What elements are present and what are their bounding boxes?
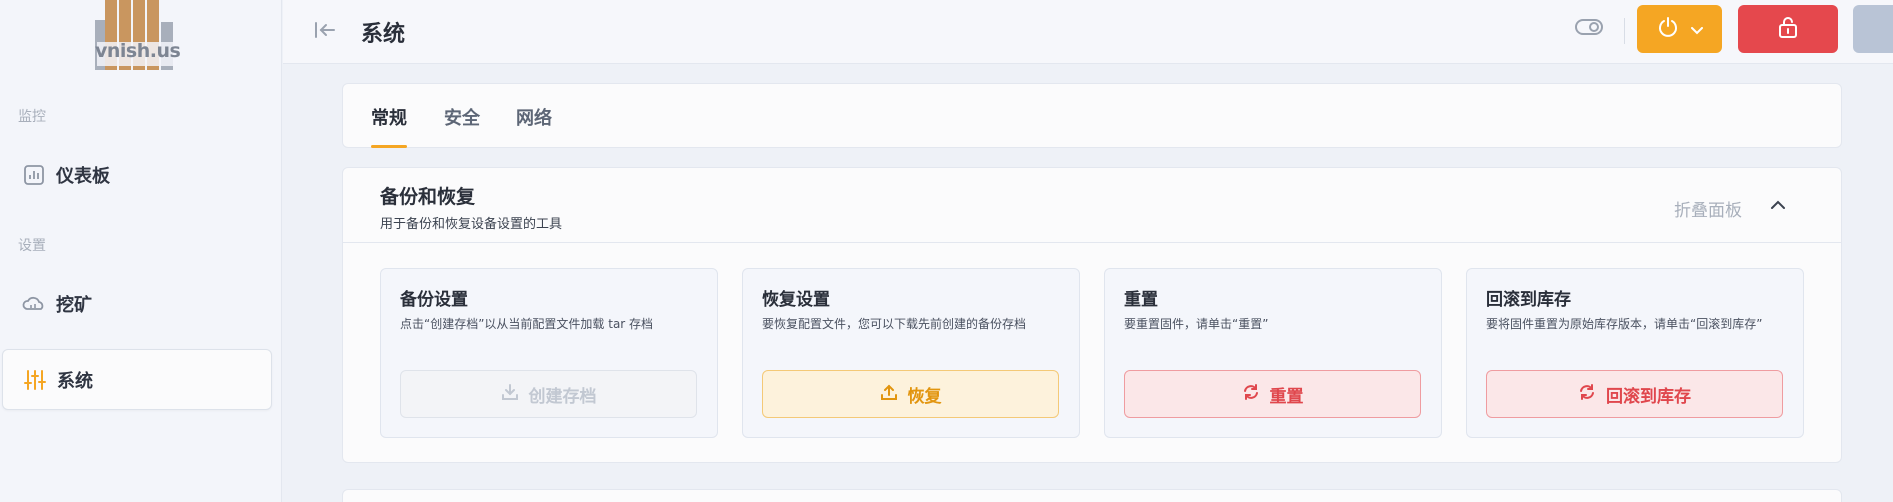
panel-subtitle: 用于备份和恢复设备设置的工具 xyxy=(380,217,563,232)
button-label: 恢复 xyxy=(907,386,942,407)
tab-network[interactable]: 网络 xyxy=(516,104,552,130)
toggle-icon[interactable] xyxy=(1575,18,1603,40)
sidebar-item-label: 仪表板 xyxy=(56,165,110,187)
section-label-monitor: 监控 xyxy=(18,109,46,125)
next-panel-card xyxy=(342,489,1842,502)
restore-button[interactable]: 恢复 xyxy=(762,370,1059,418)
tab-security[interactable]: 安全 xyxy=(444,104,480,130)
backup-restore-panel: 备份和恢复 用于备份和恢复设备设置的工具 折叠面板 备份设置 点击“创建存档”以… xyxy=(342,167,1842,463)
unlock-button[interactable] xyxy=(1738,5,1838,53)
card-title: 重置 xyxy=(1124,290,1158,310)
collapse-sidebar-icon[interactable] xyxy=(312,17,338,43)
card-title: 恢复设置 xyxy=(762,290,830,310)
reset-card: 重置 要重置固件，请单击“重置” 重置 xyxy=(1104,268,1442,438)
button-label: 重置 xyxy=(1269,386,1304,407)
reset-button[interactable]: 重置 xyxy=(1124,370,1421,418)
panel-header: 备份和恢复 用于备份和恢复设备设置的工具 折叠面板 xyxy=(343,168,1841,243)
card-description: 要重置固件，请单击“重置” xyxy=(1124,317,1269,331)
create-archive-button[interactable]: 创建存档 xyxy=(400,370,697,418)
card-description: 点击“创建存档”以从当前配置文件加载 tar 存档 xyxy=(400,317,654,331)
upload-icon xyxy=(880,383,898,406)
logo-text: vnish.us xyxy=(95,40,181,62)
top-header: 系统 xyxy=(283,0,1893,64)
rollback-card: 回滚到库存 要将固件重置为原始库存版本，请单击“回滚到库存” 回滚到库存 xyxy=(1466,268,1804,438)
chart-icon xyxy=(22,163,46,187)
tab-active-indicator xyxy=(371,145,407,148)
card-title: 备份设置 xyxy=(400,290,468,310)
tabs-bar: 常规 安全 网络 xyxy=(342,83,1842,148)
card-description: 要恢复配置文件，您可以下载先前创建的备份存档 xyxy=(762,317,1027,331)
power-menu-button[interactable] xyxy=(1637,5,1722,53)
logo[interactable]: vnish.us xyxy=(95,0,181,72)
button-label: 创建存档 xyxy=(528,386,597,407)
collapse-panel-link[interactable]: 折叠面板 xyxy=(1674,196,1742,221)
panel-title: 备份和恢复 xyxy=(380,186,476,208)
refresh-icon xyxy=(1578,383,1596,406)
tab-general[interactable]: 常规 xyxy=(371,104,407,130)
download-icon xyxy=(501,383,519,406)
card-description: 要将固件重置为原始库存版本，请单击“回滚到库存” xyxy=(1486,317,1763,331)
sidebar: vnish.us 监控 仪表板 设置 挖矿 系统 xyxy=(0,0,282,502)
sidebar-item-mining[interactable]: 挖矿 xyxy=(2,273,272,334)
cloud-icon xyxy=(22,292,46,316)
sliders-icon xyxy=(23,368,47,392)
power-icon xyxy=(1657,16,1679,42)
header-divider xyxy=(1624,18,1625,44)
card-title: 回滚到库存 xyxy=(1486,290,1571,310)
sidebar-item-system[interactable]: 系统 xyxy=(2,349,272,410)
backup-settings-card: 备份设置 点击“创建存档”以从当前配置文件加载 tar 存档 创建存档 xyxy=(380,268,718,438)
rollback-button[interactable]: 回滚到库存 xyxy=(1486,370,1783,418)
sidebar-item-label: 系统 xyxy=(57,370,93,392)
chevron-down-icon xyxy=(1690,20,1703,39)
chevron-up-icon[interactable] xyxy=(1770,196,1786,215)
page-title: 系统 xyxy=(361,22,406,47)
sidebar-item-dashboard[interactable]: 仪表板 xyxy=(2,144,272,205)
unlock-icon xyxy=(1778,16,1798,42)
restore-settings-card: 恢复设置 要恢复配置文件，您可以下载先前创建的备份存档 恢复 xyxy=(742,268,1080,438)
sidebar-item-label: 挖矿 xyxy=(56,294,92,316)
button-label: 回滚到库存 xyxy=(1606,386,1691,407)
section-label-settings: 设置 xyxy=(18,238,46,254)
toggle-panel-button[interactable] xyxy=(1853,5,1893,53)
refresh-icon xyxy=(1242,383,1260,406)
